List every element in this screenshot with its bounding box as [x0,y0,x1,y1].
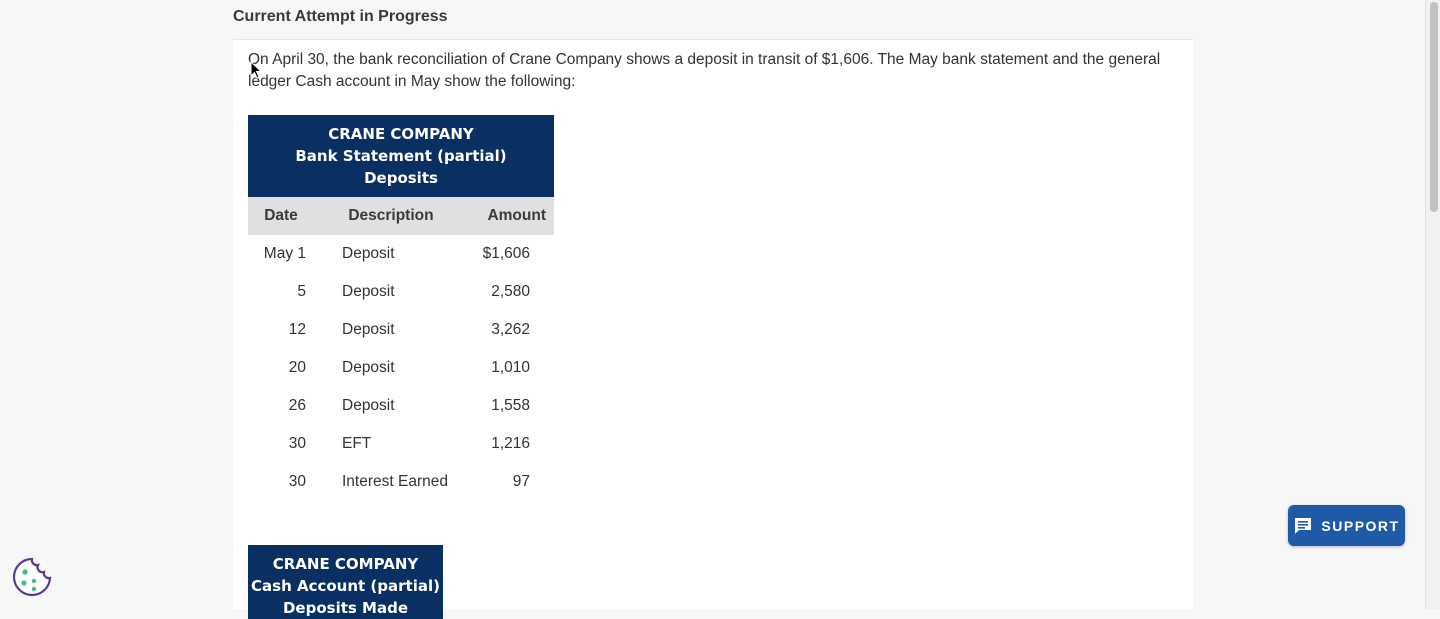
table-row: May 1 Deposit $1,606 [248,235,554,273]
table-row: 26 Deposit 1,558 [248,387,554,425]
row-date: 5 [297,283,306,300]
column-header-description: Description [348,207,434,224]
chat-icon [1295,517,1312,534]
support-label: SUPPORT [1321,517,1400,534]
row-amount: 1,558 [491,397,530,414]
cash-account-company: CRANE COMPANY [272,555,419,573]
row-date: 12 [288,321,306,338]
bank-statement-company: CRANE COMPANY [328,125,474,143]
row-amount: 1,010 [491,359,530,376]
support-button[interactable]: SUPPORT [1288,505,1405,546]
table-row: 20 Deposit 1,010 [248,349,554,387]
row-date: 26 [288,397,306,414]
page-scrollbar[interactable] [1425,0,1440,609]
row-description: Deposit [342,321,395,338]
row-date: 30 [288,473,306,490]
attempt-title: Current Attempt in Progress [233,8,448,25]
column-header-amount: Amount [487,207,546,224]
row-amount: 2,580 [491,283,530,300]
table-row: 30 EFT 1,216 [248,425,554,463]
row-date: May 1 [263,245,306,262]
bank-statement-table: CRANE COMPANY Bank Statement (partial) D… [248,115,554,501]
bank-statement-title: Bank Statement (partial) [295,147,507,165]
bank-statement-subtitle: Deposits [364,169,438,187]
cookie-icon[interactable] [11,556,53,598]
attempt-header: Current Attempt in Progress [233,0,1193,40]
scrollbar-thumb[interactable] [1430,2,1438,212]
row-date: 20 [288,359,306,376]
table-row: 5 Deposit 2,580 [248,273,554,311]
row-description: Deposit [342,359,395,376]
cash-account-table: CRANE COMPANY Cash Account (partial) Dep… [248,545,443,619]
row-description: EFT [342,435,372,452]
cash-account-title: Cash Account (partial) [251,577,440,595]
row-description: Deposit [342,283,395,300]
row-amount: $1,606 [482,245,530,262]
column-header-date: Date [264,207,298,224]
table-row: 12 Deposit 3,262 [248,311,554,349]
row-description: Interest Earned [342,473,448,490]
bank-statement-header: CRANE COMPANY Bank Statement (partial) D… [248,115,554,197]
column-header-row: Date Description Amount [248,197,554,235]
mouse-cursor-icon [250,61,262,79]
row-description: Deposit [342,397,395,414]
cash-account-subtitle: Deposits Made [282,599,409,617]
row-date: 30 [288,435,306,452]
cash-account-header: CRANE COMPANY Cash Account (partial) Dep… [248,545,443,619]
question-text: On April 30, the bank reconciliation of … [248,51,1161,90]
row-amount: 97 [512,473,530,490]
table-row: 30 Interest Earned 97 [248,463,554,501]
row-amount: 1,216 [491,435,530,452]
row-amount: 3,262 [491,321,530,338]
row-description: Deposit [342,245,395,262]
